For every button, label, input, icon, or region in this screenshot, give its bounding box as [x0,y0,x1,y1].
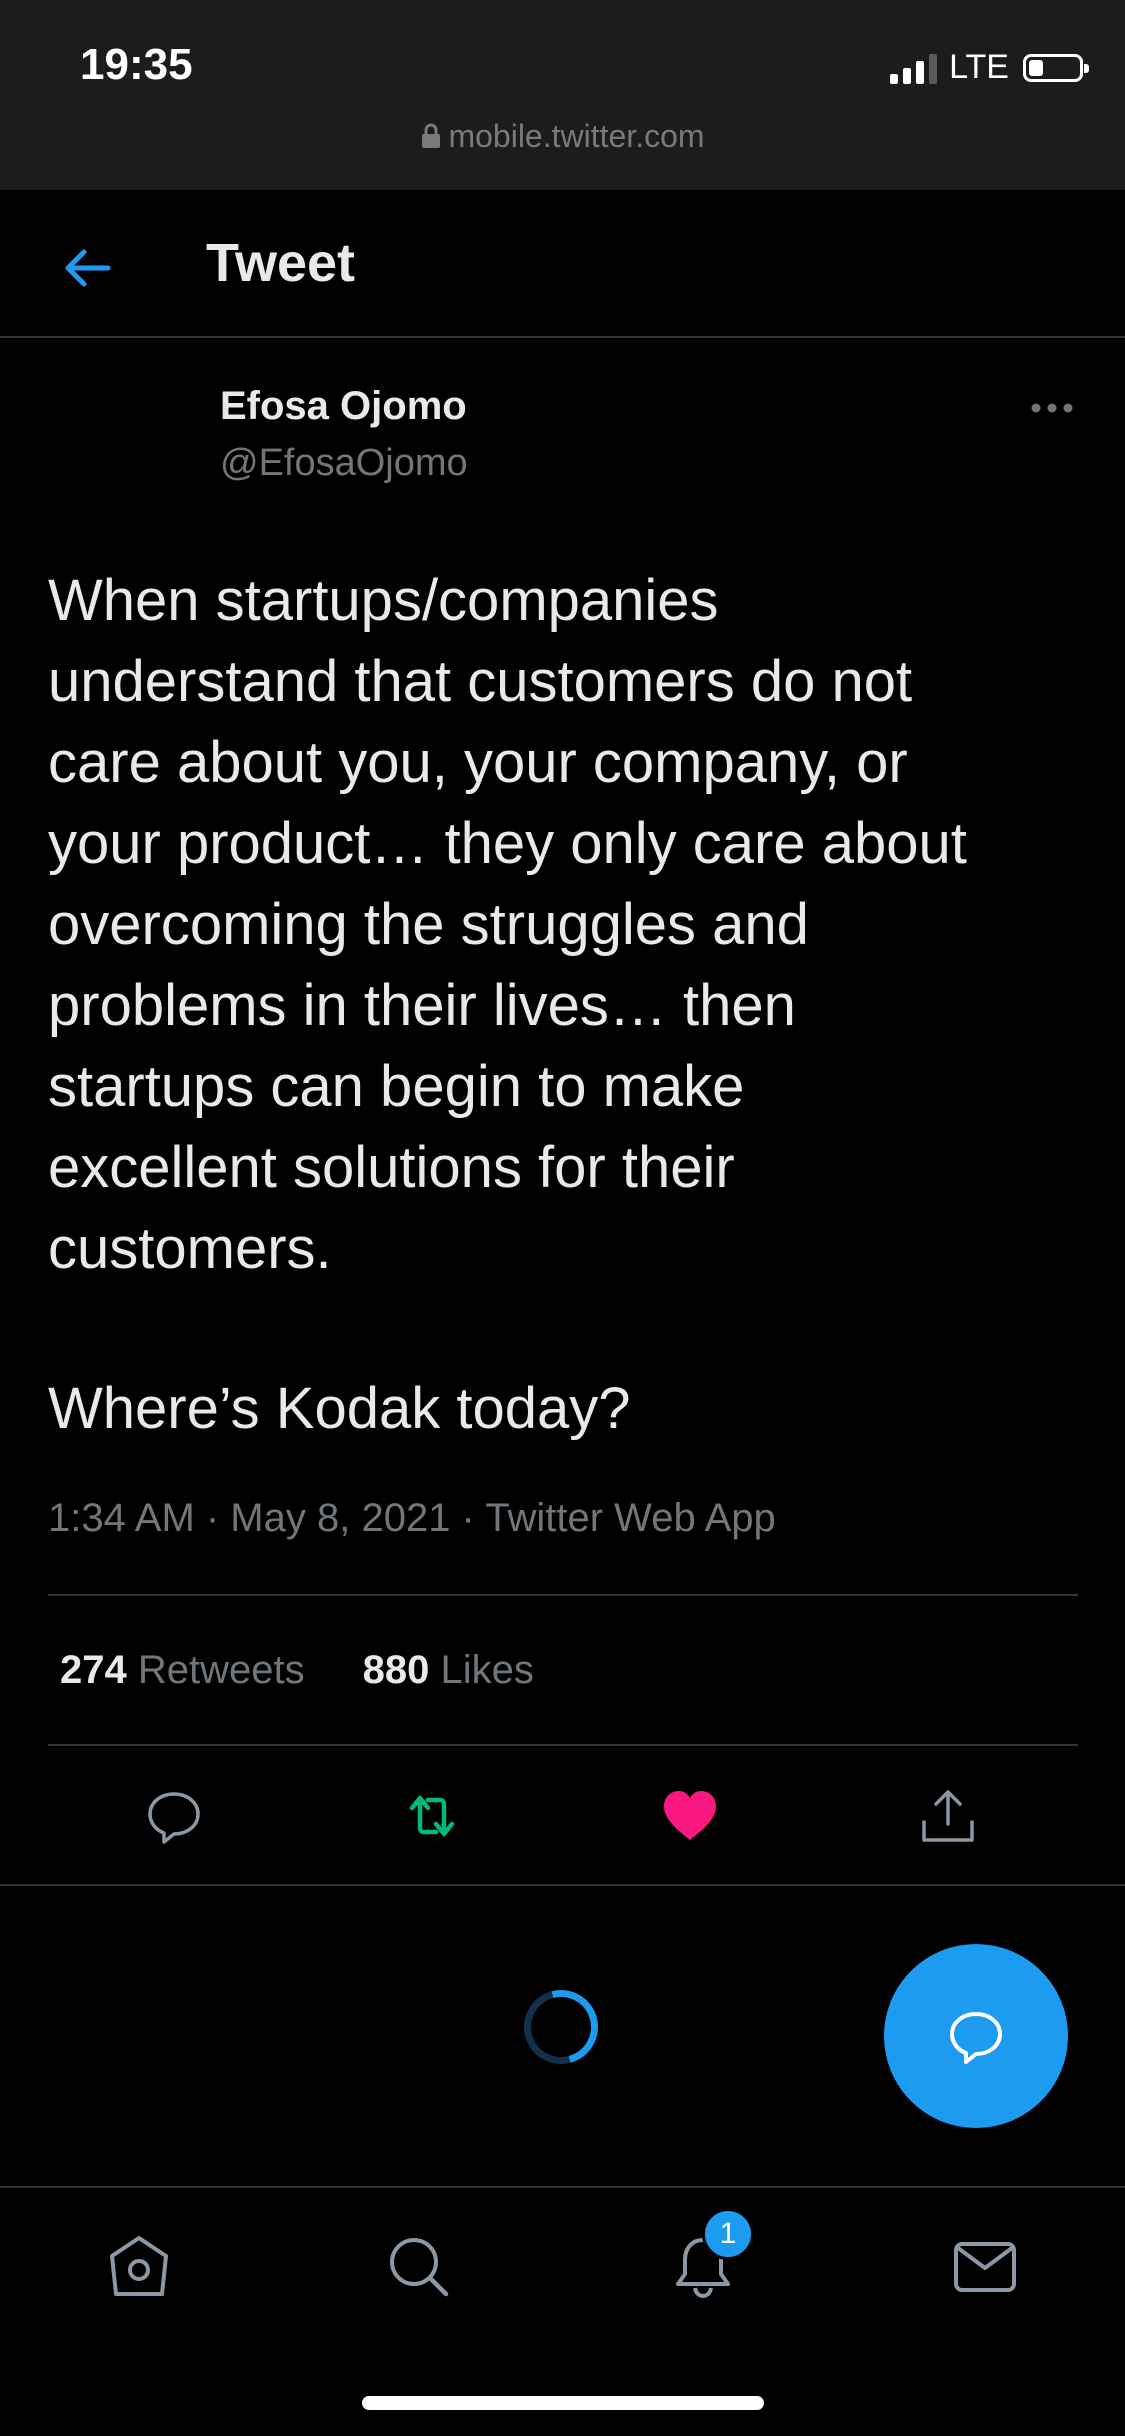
page-title: Tweet [206,233,356,293]
reply-button[interactable] [144,1786,204,1846]
more-options-button[interactable] [1028,398,1076,418]
battery-icon [1023,53,1089,82]
search-icon [390,2238,449,2297]
network-label: LTE [949,48,1009,86]
notification-badge: 1 [702,2208,754,2260]
url-bar[interactable]: mobile.twitter.com [0,118,1125,158]
reply-icon [950,2012,1002,2064]
divider [48,1594,1078,1596]
divider [48,1744,1078,1746]
retweet-icon [409,1795,455,1837]
divider [0,1884,1125,1886]
messages-icon [954,2242,1016,2292]
tab-home[interactable] [104,2232,174,2302]
retweets-count: 274 [60,1648,127,1692]
arrow-left-icon [65,249,111,287]
home-icon [110,2236,168,2296]
share-button[interactable] [918,1786,978,1846]
compose-reply-button[interactable] [884,1944,1068,2128]
like-button[interactable] [660,1786,720,1846]
tab-messages[interactable] [950,2232,1020,2302]
tweet-text-second-paragraph: Where’s Kodak today? [48,1376,631,1441]
signal-icon [890,52,938,84]
tweet-stats: 274 Retweets 880 Likes [60,1648,534,1693]
page-header: Tweet [0,190,1125,338]
reply-icon [148,1792,200,1844]
tweet-text: When startups/companies understand that … [48,568,967,1281]
lock-icon [420,121,442,158]
likes-label: Likes [440,1648,534,1692]
status-time: 19:35 [80,40,193,89]
tab-search[interactable] [384,2232,454,2302]
loading-spinner [510,1976,612,2078]
likes-stat[interactable]: 880 Likes [363,1648,534,1693]
retweets-stat[interactable]: 274 Retweets [60,1648,305,1693]
status-indicators: LTE [890,48,1089,87]
more-icon [1031,403,1073,413]
home-indicator[interactable] [362,2396,764,2410]
back-button[interactable] [58,238,118,298]
like-icon [664,1791,716,1840]
retweets-label: Retweets [137,1648,305,1692]
author-name[interactable]: Efosa Ojomo [220,384,467,429]
url-text: mobile.twitter.com [448,118,705,154]
author-handle[interactable]: @EfosaOjomo [220,442,468,485]
retweet-button[interactable] [402,1786,462,1846]
status-bar: 19:35 LTE mobile.twitter.com [0,0,1125,190]
share-icon [922,1790,974,1842]
tweet-meta: 1:34 AM · May 8, 2021 · Twitter Web App [48,1496,776,1540]
likes-count: 880 [362,1648,430,1692]
